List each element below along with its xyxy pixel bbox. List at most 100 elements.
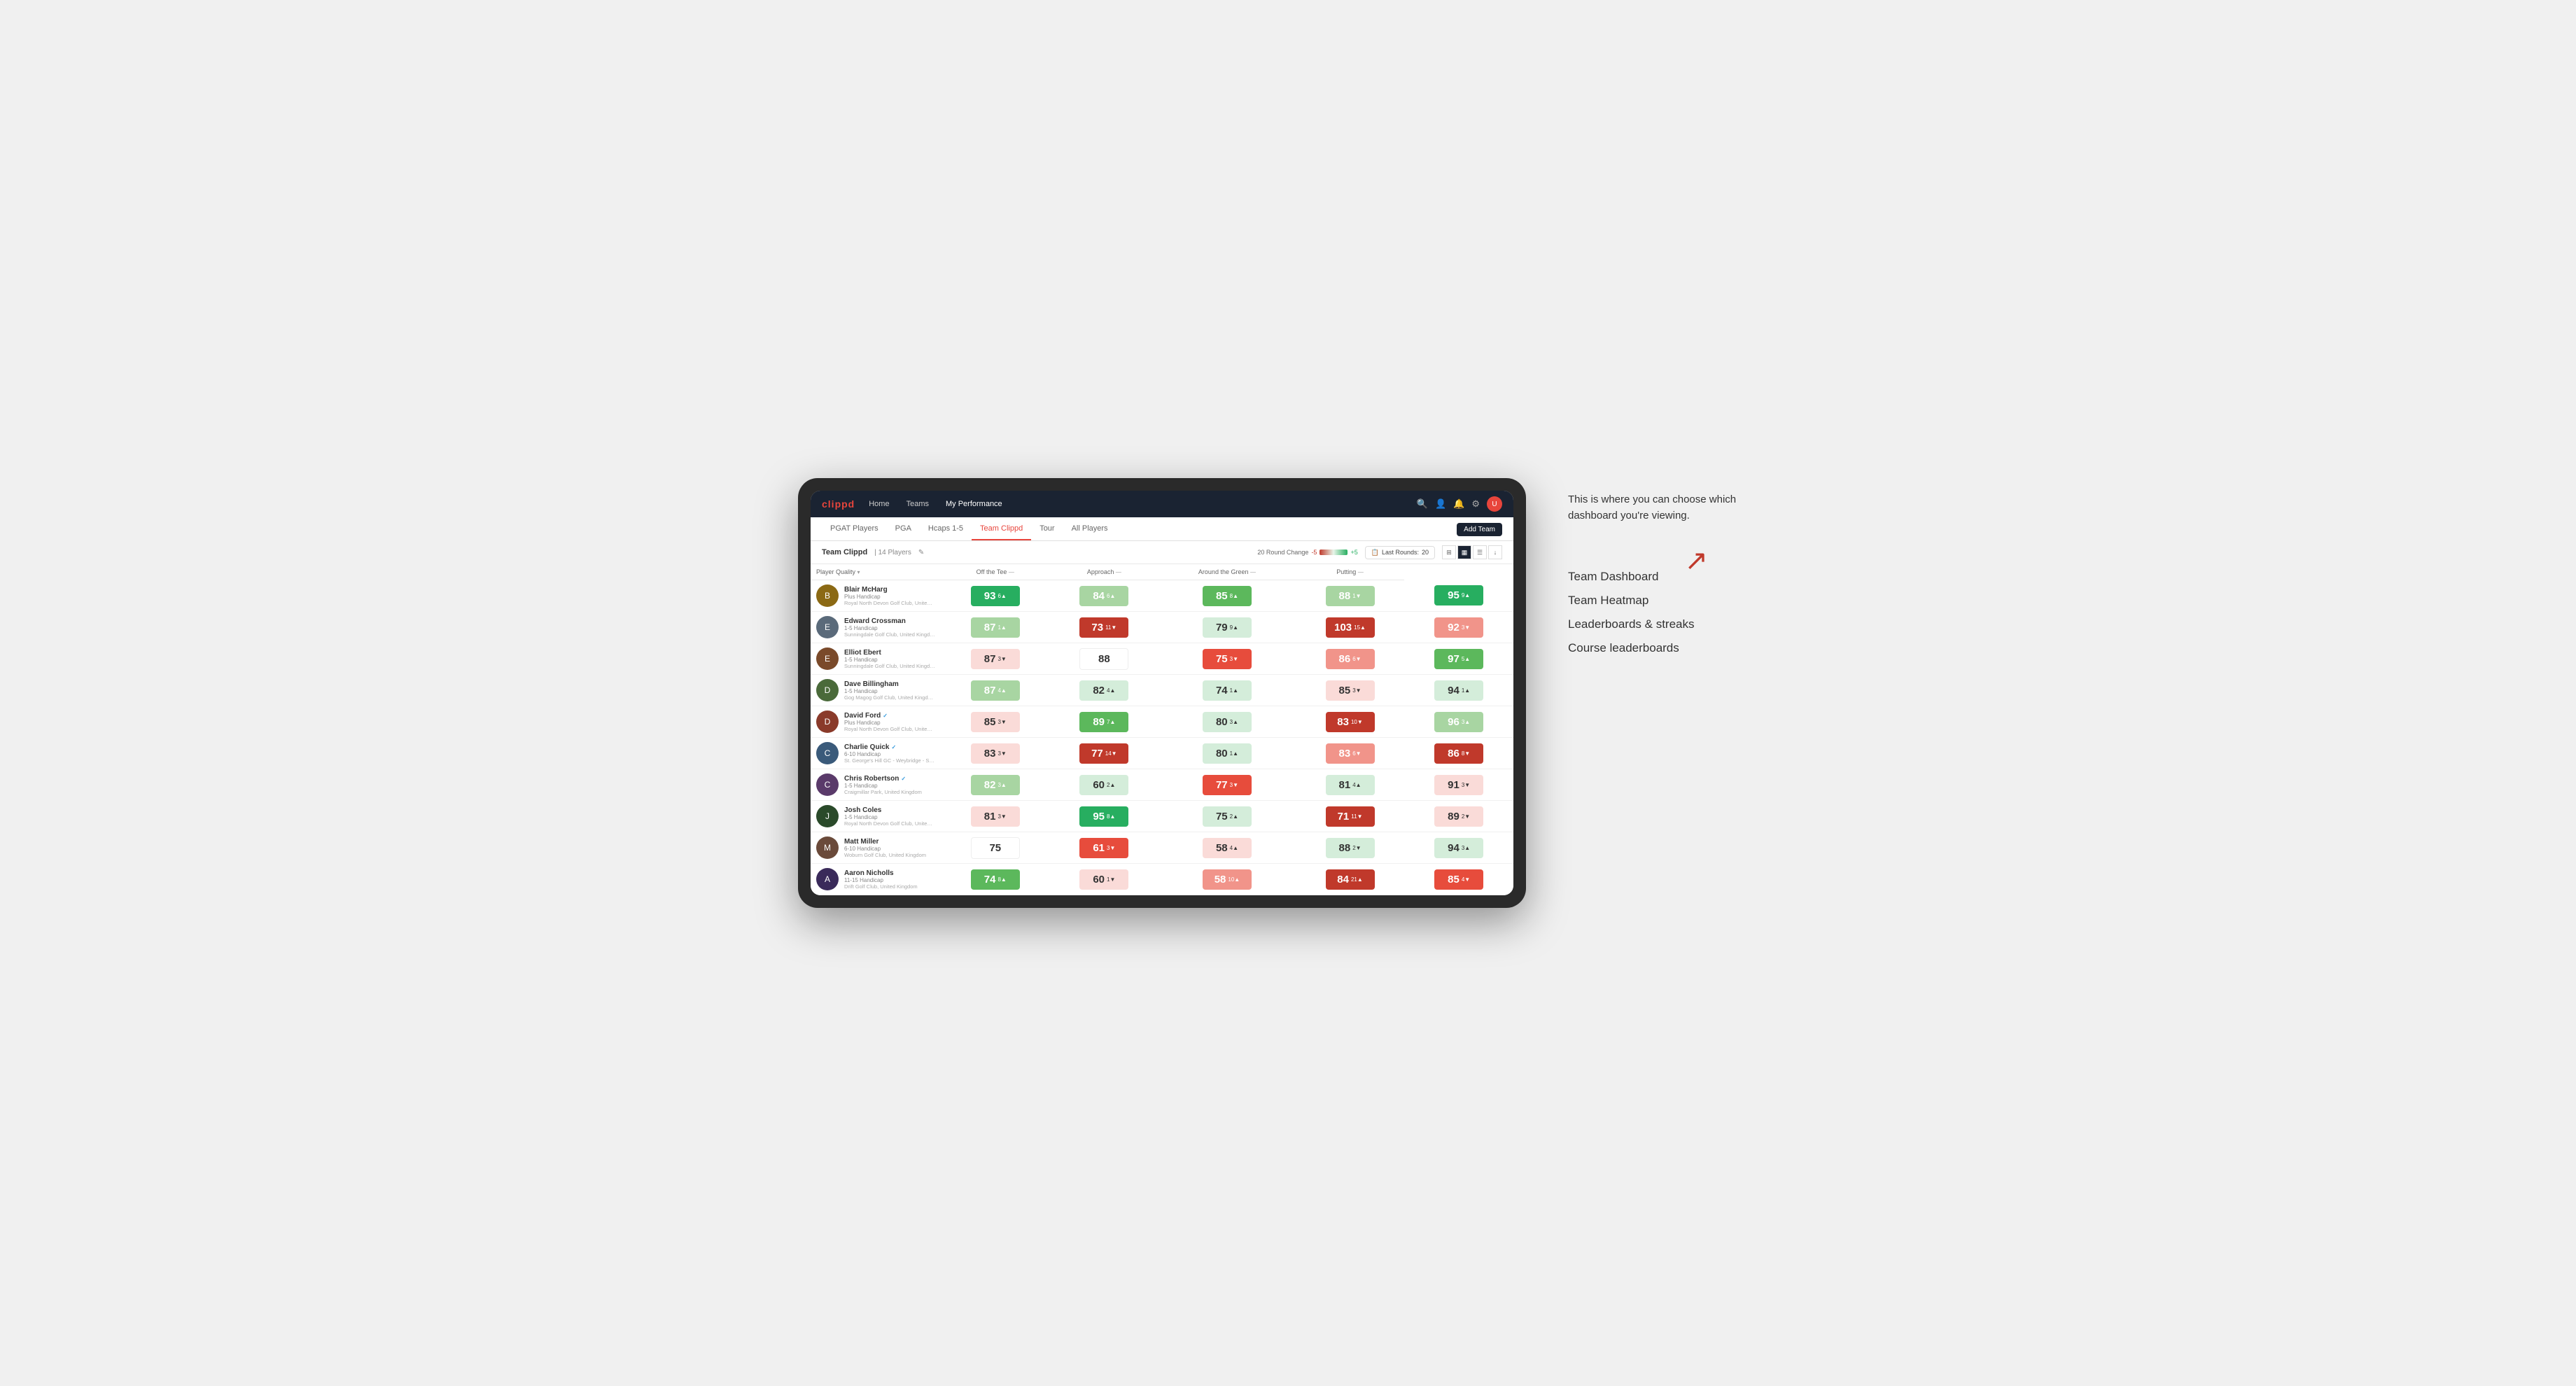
menu-item[interactable]: Leaderboards & streaks bbox=[1568, 617, 1778, 631]
table-row[interactable]: EEdward Crossman1-5 HandicapSunningdale … bbox=[811, 612, 1513, 643]
scale-bar bbox=[1320, 550, 1348, 555]
table-header-row: Player Quality ▾ Off the Tee — Approach … bbox=[811, 564, 1513, 580]
table-row[interactable]: MMatt Miller6-10 HandicapWoburn Golf Clu… bbox=[811, 832, 1513, 864]
score-box: 823▲ bbox=[971, 775, 1020, 795]
table-row[interactable]: DDavid Ford✓Plus HandicapRoyal North Dev… bbox=[811, 706, 1513, 738]
player-name[interactable]: Matt Miller bbox=[844, 838, 926, 846]
tab-team-clippd[interactable]: Team Clippd bbox=[972, 517, 1031, 540]
nav-links: Home Teams My Performance bbox=[866, 500, 1406, 508]
player-handicap: 6-10 Handicap bbox=[844, 751, 935, 757]
score-change: 1▲ bbox=[997, 624, 1006, 631]
score-value: 88 bbox=[1339, 842, 1351, 854]
player-name[interactable]: Charlie Quick✓ bbox=[844, 743, 935, 751]
player-name[interactable]: David Ford✓ bbox=[844, 712, 935, 720]
score-box: 8421▲ bbox=[1326, 869, 1375, 890]
score-cell-5-4: 868▼ bbox=[1404, 738, 1513, 769]
score-value: 75 bbox=[989, 842, 1001, 854]
score-cell-3-2: 741▲ bbox=[1158, 675, 1296, 706]
player-avatar: E bbox=[816, 648, 839, 670]
score-cell-1-1: 7311▼ bbox=[1050, 612, 1159, 643]
table-row[interactable]: BBlair McHargPlus HandicapRoyal North De… bbox=[811, 580, 1513, 612]
score-box: 854▼ bbox=[1434, 869, 1483, 890]
user-icon[interactable]: 👤 bbox=[1435, 498, 1446, 510]
tab-pgat-players[interactable]: PGAT Players bbox=[822, 517, 887, 540]
table-row[interactable]: CChris Robertson✓1-5 HandicapCraigmillar… bbox=[811, 769, 1513, 801]
score-value: 92 bbox=[1448, 622, 1460, 634]
score-change: 2▼ bbox=[1352, 845, 1361, 851]
verified-icon: ✓ bbox=[883, 713, 888, 719]
player-club: Craigmillar Park, United Kingdom bbox=[844, 789, 922, 795]
player-name[interactable]: Aaron Nicholls bbox=[844, 869, 918, 877]
score-value: 83 bbox=[984, 748, 996, 760]
score-change: 2▲ bbox=[1230, 813, 1238, 820]
score-box: 873▼ bbox=[971, 649, 1020, 669]
score-change: 8▲ bbox=[1107, 813, 1115, 820]
score-value: 71 bbox=[1338, 811, 1350, 822]
player-name[interactable]: Blair McHarg bbox=[844, 586, 935, 594]
score-box: 833▼ bbox=[971, 743, 1020, 764]
tab-pga[interactable]: PGA bbox=[887, 517, 920, 540]
table-row[interactable]: EElliot Ebert1-5 HandicapSunningdale Gol… bbox=[811, 643, 1513, 675]
score-value: 95 bbox=[1093, 811, 1105, 822]
score-box: 975▲ bbox=[1434, 649, 1483, 669]
settings-icon[interactable]: ⚙ bbox=[1471, 498, 1480, 510]
score-change: 9▲ bbox=[1230, 624, 1238, 631]
score-cell-6-0: 823▲ bbox=[941, 769, 1050, 801]
score-cell-0-0: 936▲ bbox=[941, 580, 1050, 612]
nav-my-performance[interactable]: My Performance bbox=[943, 500, 1005, 508]
player-name[interactable]: Edward Crossman bbox=[844, 617, 935, 625]
score-box: 88 bbox=[1079, 648, 1128, 670]
menu-item[interactable]: Team Dashboard bbox=[1568, 570, 1778, 584]
tablet-device: clippd Home Teams My Performance 🔍 👤 🔔 ⚙… bbox=[798, 478, 1526, 908]
view-grid-btn[interactable]: ⊞ bbox=[1442, 545, 1456, 559]
table-row[interactable]: JJosh Coles1-5 HandicapRoyal North Devon… bbox=[811, 801, 1513, 832]
player-name[interactable]: Josh Coles bbox=[844, 806, 935, 814]
nav-home[interactable]: Home bbox=[866, 500, 892, 508]
table-row[interactable]: DDave Billingham1-5 HandicapGog Magog Go… bbox=[811, 675, 1513, 706]
player-name[interactable]: Elliot Ebert bbox=[844, 649, 935, 657]
bell-icon[interactable]: 🔔 bbox=[1453, 498, 1464, 510]
tab-hcaps[interactable]: Hcaps 1-5 bbox=[920, 517, 972, 540]
score-change: 3▼ bbox=[997, 813, 1006, 820]
view-heatmap-btn[interactable]: ▦ bbox=[1457, 545, 1471, 559]
edit-icon[interactable]: ✎ bbox=[918, 549, 924, 556]
add-team-button[interactable]: Add Team bbox=[1457, 523, 1502, 536]
score-value: 87 bbox=[984, 685, 996, 696]
score-value: 81 bbox=[984, 811, 996, 822]
score-value: 84 bbox=[1093, 590, 1105, 602]
score-box: 959▲ bbox=[1434, 585, 1483, 606]
tab-tour[interactable]: Tour bbox=[1031, 517, 1063, 540]
player-info-wrapper: BBlair McHargPlus HandicapRoyal North De… bbox=[811, 580, 941, 611]
player-info: David Ford✓Plus HandicapRoyal North Devo… bbox=[844, 712, 935, 732]
score-change: 8▼ bbox=[1462, 750, 1470, 757]
col-putting: Putting — bbox=[1296, 564, 1405, 580]
score-cell-2-3: 866▼ bbox=[1296, 643, 1405, 675]
table-row[interactable]: CCharlie Quick✓6-10 HandicapSt. George's… bbox=[811, 738, 1513, 769]
view-export-btn[interactable]: ↓ bbox=[1488, 545, 1502, 559]
score-change: 1▲ bbox=[1230, 750, 1238, 757]
score-value: 86 bbox=[1448, 748, 1460, 760]
player-avatar: D bbox=[816, 679, 839, 701]
score-box: 836▼ bbox=[1326, 743, 1375, 764]
last-rounds-button[interactable]: 📋 Last Rounds: 20 bbox=[1365, 546, 1435, 559]
score-box: 753▼ bbox=[1203, 649, 1252, 669]
score-box: 881▼ bbox=[1326, 586, 1375, 606]
player-name[interactable]: Chris Robertson✓ bbox=[844, 775, 922, 783]
player-name[interactable]: Dave Billingham bbox=[844, 680, 935, 688]
tab-all-players[interactable]: All Players bbox=[1063, 517, 1116, 540]
player-count: | 14 Players bbox=[874, 549, 911, 556]
menu-item[interactable]: Team Heatmap bbox=[1568, 594, 1778, 608]
player-cell-6: CChris Robertson✓1-5 HandicapCraigmillar… bbox=[811, 769, 941, 801]
score-box: 601▼ bbox=[1079, 869, 1128, 890]
menu-item[interactable]: Course leaderboards bbox=[1568, 641, 1778, 655]
view-list-btn[interactable]: ☰ bbox=[1473, 545, 1487, 559]
score-cell-0-2: 858▲ bbox=[1158, 580, 1296, 612]
score-change: 3▼ bbox=[1230, 782, 1238, 788]
score-cell-3-4: 941▲ bbox=[1404, 675, 1513, 706]
score-cell-0-3: 881▼ bbox=[1296, 580, 1405, 612]
score-box: 824▲ bbox=[1079, 680, 1128, 701]
search-icon[interactable]: 🔍 bbox=[1417, 498, 1428, 510]
avatar[interactable]: U bbox=[1487, 496, 1502, 512]
table-row[interactable]: AAaron Nicholls11-15 HandicapDrift Golf … bbox=[811, 864, 1513, 895]
nav-teams[interactable]: Teams bbox=[904, 500, 932, 508]
